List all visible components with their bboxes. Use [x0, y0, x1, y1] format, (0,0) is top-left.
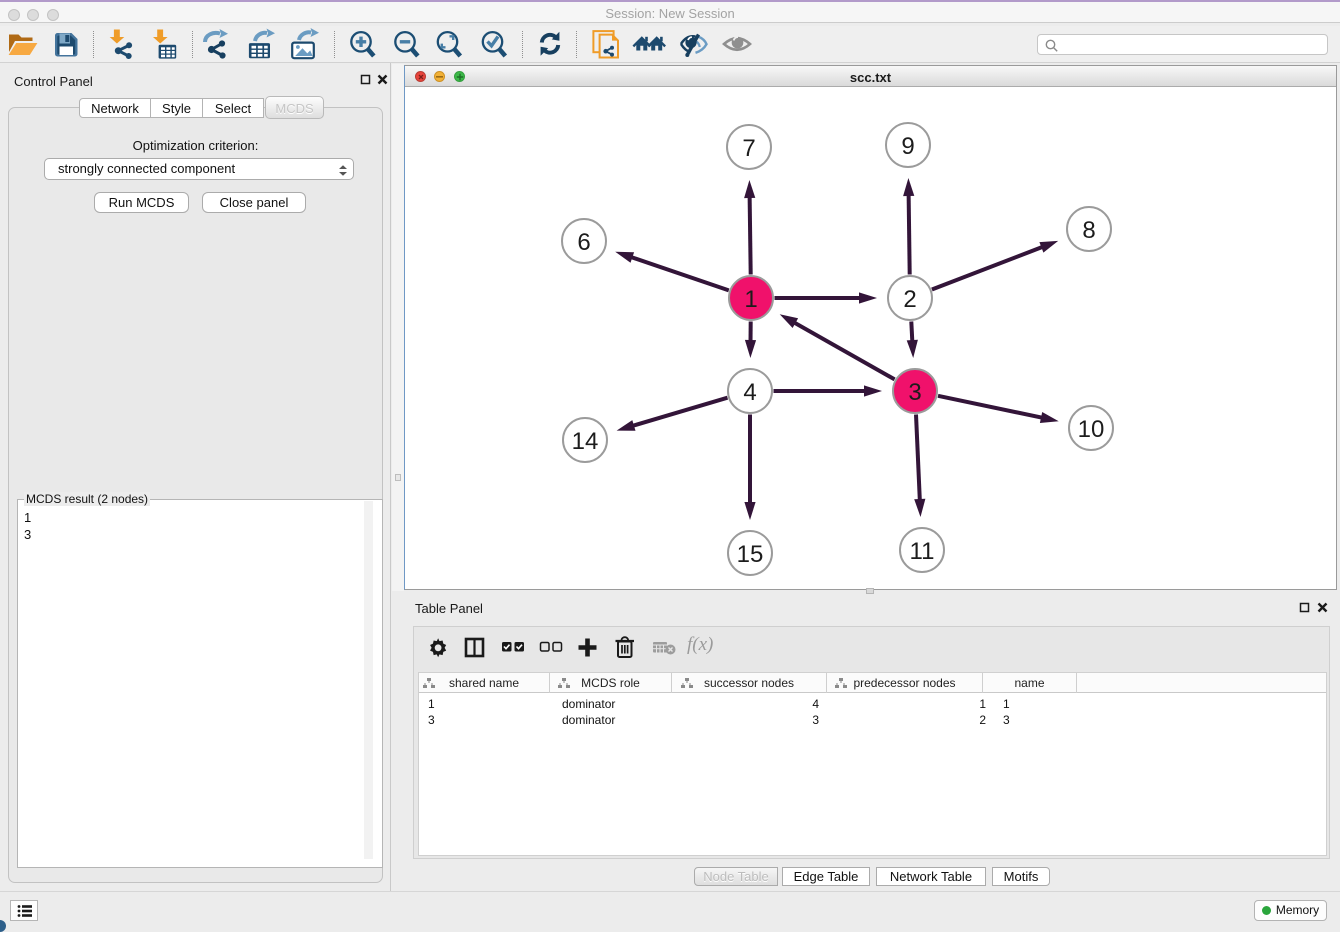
svg-text:10: 10 — [1078, 416, 1105, 443]
svg-text:8: 8 — [1082, 217, 1095, 244]
svg-text:11: 11 — [910, 538, 935, 565]
svg-text:7: 7 — [742, 135, 755, 162]
svg-text:1: 1 — [744, 286, 757, 313]
svg-text:4: 4 — [743, 379, 756, 406]
svg-text:6: 6 — [577, 229, 590, 256]
svg-text:15: 15 — [737, 541, 764, 568]
svg-text:2: 2 — [903, 286, 916, 313]
svg-text:3: 3 — [908, 379, 921, 406]
svg-text:9: 9 — [901, 133, 914, 160]
svg-text:14: 14 — [572, 428, 599, 455]
